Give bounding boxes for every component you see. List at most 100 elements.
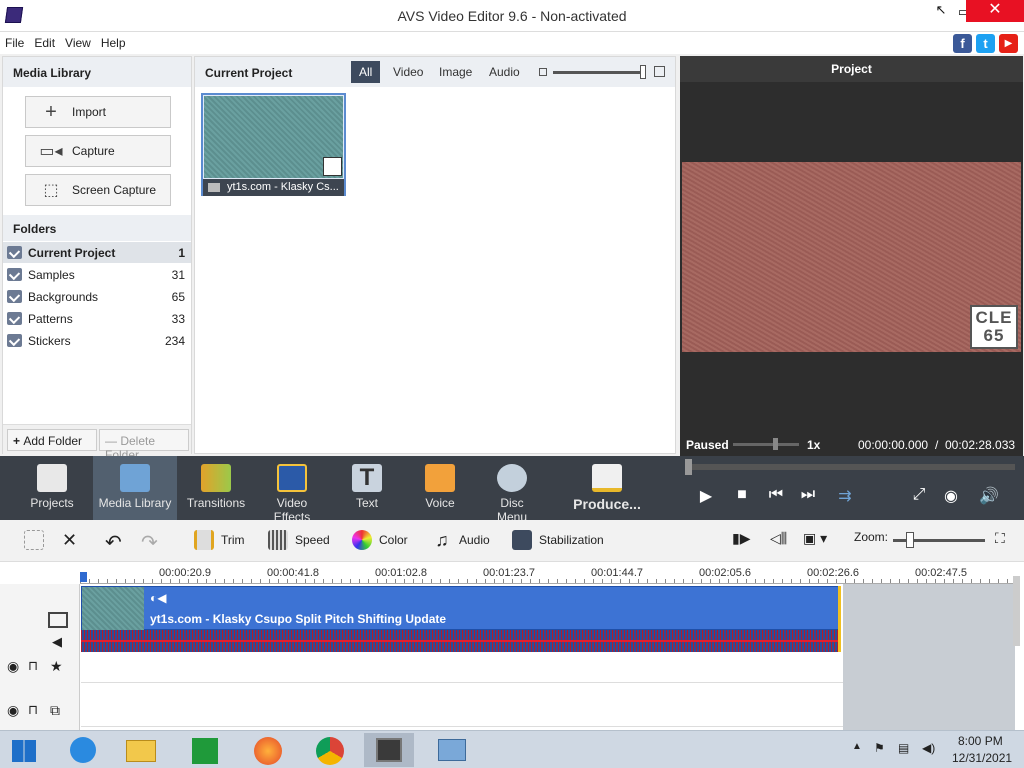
transitions-button[interactable]: Transitions xyxy=(185,456,247,520)
show-hidden-icons[interactable]: ▲ xyxy=(852,741,862,752)
speed-button[interactable]: Speed xyxy=(268,530,330,550)
timeline-ruler[interactable]: 00:00:20.9 00:00:41.8 00:01:02.8 00:01:2… xyxy=(80,562,1015,584)
add-folder-button[interactable]: + Add Folder xyxy=(7,429,97,451)
film-icon xyxy=(120,464,150,492)
next-frame-button[interactable]: ⏭ xyxy=(797,486,819,504)
preview-seek-bar[interactable] xyxy=(685,464,1015,470)
window-title: AVS Video Editor 9.6 - Non-activated xyxy=(397,8,627,24)
undo-icon[interactable]: ↶ xyxy=(105,530,122,555)
stop-button[interactable]: ■ xyxy=(731,486,753,504)
thumb-size-small-icon[interactable] xyxy=(539,68,547,76)
fullscreen-button[interactable]: ⤢ xyxy=(908,486,930,504)
youtube-icon[interactable]: ▶ xyxy=(999,34,1018,53)
color-button[interactable]: Color xyxy=(352,530,408,550)
screen-capture-button[interactable]: ⬚ Screen Capture xyxy=(25,174,171,206)
playback-status: Paused xyxy=(686,438,729,452)
audio-mixer-icon[interactable]: ◁⫼ xyxy=(770,530,787,547)
video-effects-button[interactable]: Video Effects xyxy=(258,456,326,524)
folder-icon xyxy=(7,246,22,259)
plus-icon: + xyxy=(13,434,24,448)
filter-all[interactable]: All xyxy=(351,61,381,83)
start-button[interactable] xyxy=(0,733,50,767)
volume-button[interactable]: 🔊 xyxy=(974,486,1004,506)
audio-mute-icon[interactable]: ◀ xyxy=(52,634,62,650)
network-icon[interactable]: ▤ xyxy=(898,741,909,755)
speed-slider[interactable] xyxy=(733,443,799,446)
playhead-marker[interactable] xyxy=(80,572,87,582)
video-clip[interactable]: ◐◀ yt1s.com - Klasky Csupo Split Pitch S… xyxy=(81,586,840,630)
loop-button[interactable]: ⇉ xyxy=(834,486,856,506)
stabilization-button[interactable]: Stabilization xyxy=(512,530,604,550)
voice-button[interactable]: Voice xyxy=(418,456,462,520)
lock-icon[interactable]: ⊓ xyxy=(28,658,38,674)
disc-menu-button[interactable]: Disc Menu xyxy=(484,456,540,524)
folder-backgrounds[interactable]: Backgrounds 65 xyxy=(3,286,191,307)
import-button[interactable]: + Import xyxy=(25,96,171,128)
filter-image[interactable]: Image xyxy=(431,61,480,83)
add-folder-label: Add Folder xyxy=(23,434,83,448)
file-explorer-icon[interactable] xyxy=(116,733,166,767)
seek-handle[interactable] xyxy=(685,459,692,475)
text-label: Text xyxy=(355,496,378,510)
volume-icon[interactable]: ◀) xyxy=(922,741,935,755)
chrome-logo xyxy=(316,737,344,765)
time-separator: / xyxy=(935,438,939,452)
folder-samples[interactable]: Samples 31 xyxy=(3,264,191,285)
folder-stickers[interactable]: Stickers 234 xyxy=(3,330,191,351)
audio-waveform[interactable] xyxy=(81,630,840,652)
chrome-icon[interactable] xyxy=(304,733,354,767)
facebook-icon[interactable]: f xyxy=(953,34,972,53)
close-button[interactable]: ✕ xyxy=(966,0,1024,22)
menu-help[interactable]: Help xyxy=(96,32,131,54)
folder-patterns[interactable]: Patterns 33 xyxy=(3,308,191,329)
folder-icon xyxy=(7,290,22,303)
produce-button[interactable]: Produce... xyxy=(572,456,642,520)
menu-edit[interactable]: Edit xyxy=(29,32,60,54)
channel-logo: CLE 65 xyxy=(970,305,1018,349)
plus-icon: + xyxy=(45,100,57,123)
snap-icon[interactable]: ▮▶ xyxy=(732,530,750,547)
trim-button[interactable]: Trim xyxy=(194,530,245,550)
media-thumbnail[interactable]: yt1s.com - Klasky Cs... xyxy=(201,93,346,196)
avs-video-editor-task[interactable] xyxy=(364,733,414,767)
clock-date: 12/31/2021 xyxy=(952,751,1013,765)
flag-icon[interactable]: ⚑ xyxy=(874,741,885,755)
control-panel-icon[interactable] xyxy=(426,733,476,767)
filter-video[interactable]: Video xyxy=(385,61,431,83)
voice-label: Voice xyxy=(425,496,455,510)
delete-folder-button[interactable]: — Delete Folder xyxy=(99,429,189,462)
firefox-icon[interactable] xyxy=(242,733,292,767)
filter-audio[interactable]: Audio xyxy=(481,61,528,83)
thumb-size-slider[interactable] xyxy=(553,71,645,74)
timeline-scrollbar[interactable] xyxy=(1013,576,1020,646)
split-icon[interactable] xyxy=(24,530,51,550)
play-button[interactable]: ▶ xyxy=(695,486,717,506)
fit-timeline-icon[interactable]: ⛶ xyxy=(995,530,1005,547)
eye-icon[interactable]: ◉ xyxy=(7,702,19,719)
twitter-icon[interactable]: t xyxy=(976,34,995,53)
slider-handle[interactable] xyxy=(640,65,646,79)
projects-button[interactable]: Projects xyxy=(22,456,82,520)
folder-name: Backgrounds xyxy=(28,289,99,304)
redo-icon[interactable]: ↷ xyxy=(141,530,158,555)
media-library-button[interactable]: Media Library xyxy=(93,456,177,520)
delete-icon[interactable]: ✕ xyxy=(62,530,77,551)
display-mode-icon[interactable]: ▣ ▾ xyxy=(803,530,827,547)
zoom-slider-handle[interactable] xyxy=(906,532,914,548)
timeline-empty-area xyxy=(843,584,1015,730)
menu-view[interactable]: View xyxy=(60,32,96,54)
store-icon[interactable] xyxy=(180,733,230,767)
capture-button[interactable]: ▭◂ Capture xyxy=(25,135,171,167)
menu-file[interactable]: File xyxy=(0,32,29,54)
speed-slider-handle[interactable] xyxy=(773,438,778,450)
previous-frame-button[interactable]: ⏮ xyxy=(765,486,787,504)
eye-icon[interactable]: ◉ xyxy=(7,658,19,675)
folder-current-project[interactable]: Current Project 1 xyxy=(3,242,191,263)
audio-button[interactable]: ♫ Audio xyxy=(432,530,489,550)
thumb-size-large-icon[interactable] xyxy=(654,66,665,77)
internet-explorer-icon[interactable] xyxy=(58,733,108,767)
snapshot-button[interactable]: ◉ xyxy=(940,486,962,506)
lock-icon[interactable]: ⊓ xyxy=(28,702,38,718)
clip-end-handle[interactable] xyxy=(838,586,841,652)
text-button[interactable]: T Text xyxy=(347,456,387,520)
